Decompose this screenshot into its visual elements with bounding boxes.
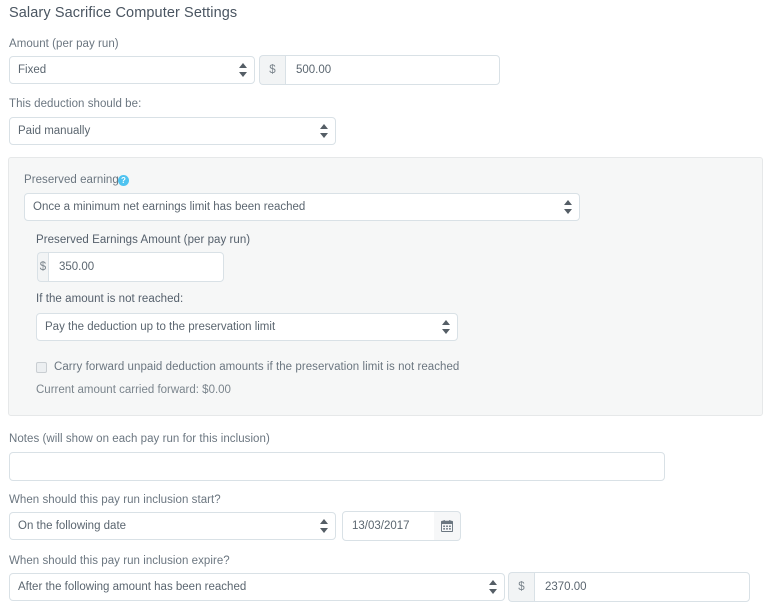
inclusion-start-mode-value: On the following date (18, 520, 127, 532)
calendar-picker-button[interactable] (434, 511, 461, 541)
chevron-updown-icon (239, 62, 248, 78)
preserved-earnings-label: Preserved earnings (24, 174, 125, 186)
carry-forward-checkbox[interactable] (36, 362, 47, 373)
calendar-icon (441, 520, 453, 532)
page-title: Salary Sacrifice Computer Settings (9, 5, 238, 21)
inclusion-expire-amount-input[interactable] (534, 572, 750, 602)
currency-symbol-addon: $ (259, 55, 285, 85)
amount-label: Amount (per pay run) (9, 38, 119, 50)
amount-type-select[interactable]: Fixed (9, 56, 255, 84)
currency-symbol-addon: $ (37, 252, 48, 282)
if-amount-not-reached-value: Pay the deduction up to the preservation… (45, 321, 276, 333)
preserved-earnings-mode-select[interactable]: Once a minimum net earnings limit has be… (24, 193, 580, 221)
chevron-updown-icon (320, 518, 329, 534)
inclusion-expire-amount-group: $ (508, 572, 750, 602)
deduction-label: This deduction should be: (9, 98, 142, 110)
inclusion-expire-mode-select[interactable]: After the following amount has been reac… (9, 573, 505, 601)
deduction-method-value: Paid manually (18, 125, 91, 137)
notes-input[interactable] (9, 452, 665, 481)
chevron-updown-icon (564, 199, 573, 215)
preserved-earnings-mode-value: Once a minimum net earnings limit has be… (33, 201, 306, 213)
inclusion-expire-mode-value: After the following amount has been reac… (18, 581, 247, 593)
if-amount-not-reached-select[interactable]: Pay the deduction up to the preservation… (36, 313, 458, 341)
notes-label: Notes (will show on each pay run for thi… (9, 433, 270, 445)
question-mark-circle-icon[interactable]: ? (118, 175, 129, 186)
inclusion-start-mode-select[interactable]: On the following date (9, 512, 336, 540)
current-carried-forward-text: Current amount carried forward: $0.00 (36, 384, 231, 396)
preserved-earnings-amount-input[interactable] (48, 252, 224, 282)
preserved-earnings-amount-group: $ (37, 252, 224, 282)
amount-type-value: Fixed (18, 64, 47, 76)
salary-sacrifice-settings-form: Salary Sacrifice Computer Settings Amoun… (0, 0, 763, 611)
currency-symbol-addon: $ (508, 572, 534, 602)
inclusion-start-date-input[interactable] (342, 511, 435, 541)
amount-input-group: $ (259, 55, 500, 85)
chevron-updown-icon (320, 123, 329, 139)
chevron-updown-icon (489, 579, 498, 595)
if-amount-not-reached-label: If the amount is not reached: (36, 293, 184, 305)
inclusion-expire-label: When should this pay run inclusion expir… (9, 555, 230, 567)
preserved-earnings-amount-label: Preserved Earnings Amount (per pay run) (36, 234, 251, 246)
carry-forward-label: Carry forward unpaid deduction amounts i… (54, 361, 460, 373)
inclusion-start-label: When should this pay run inclusion start… (9, 494, 221, 506)
deduction-method-select[interactable]: Paid manually (9, 117, 336, 145)
chevron-updown-icon (442, 319, 451, 335)
amount-input[interactable] (285, 55, 500, 85)
